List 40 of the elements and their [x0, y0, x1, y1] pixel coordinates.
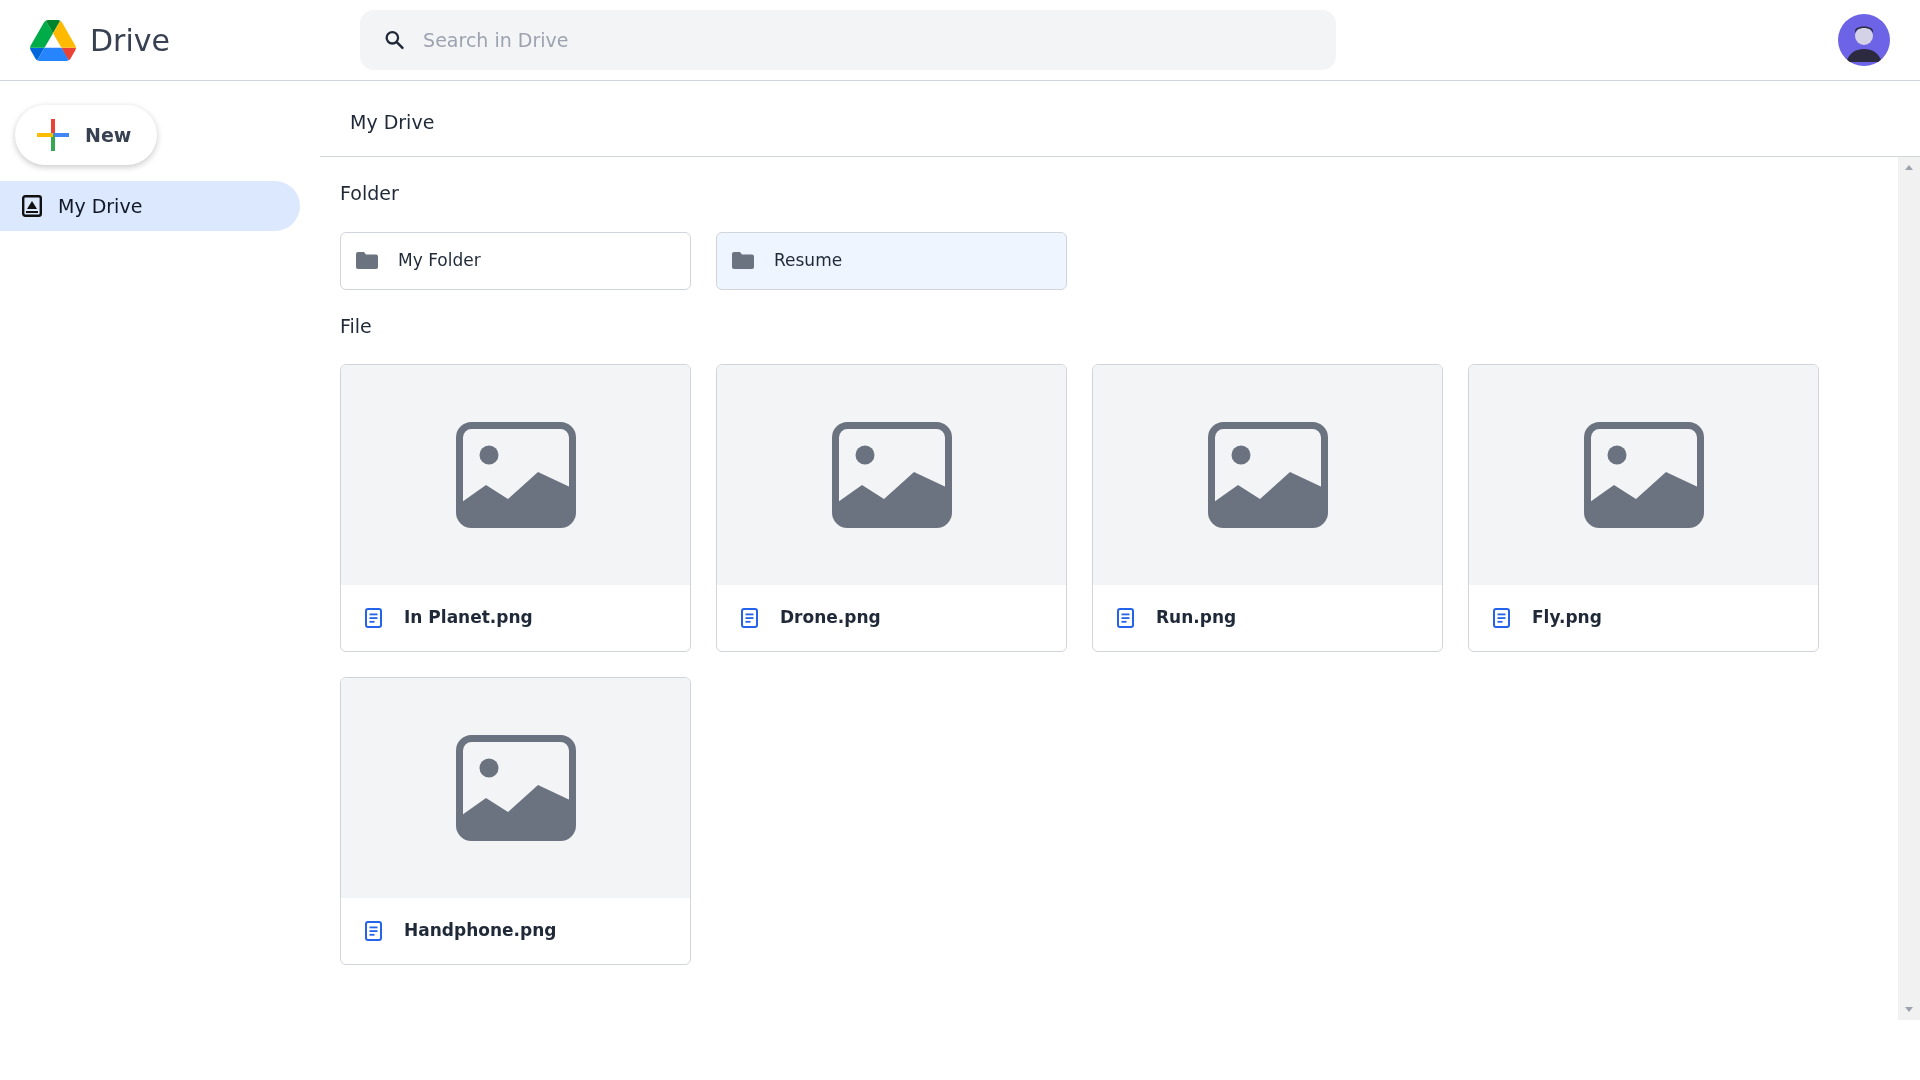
section-heading: Folder — [340, 181, 400, 206]
image-icon — [455, 735, 576, 841]
image-icon — [1207, 422, 1328, 528]
document-icon — [1117, 608, 1134, 628]
folder-card[interactable]: Resume — [716, 231, 1067, 290]
file-card[interactable]: In Planet.png — [340, 364, 691, 652]
image-icon — [455, 422, 576, 528]
sidebar-item[interactable]: My Drive — [0, 181, 300, 231]
scrollbar[interactable] — [1898, 157, 1920, 1020]
file-card[interactable]: Fly.png — [1468, 364, 1819, 652]
file-name: In Planet.png — [404, 606, 533, 630]
section-heading: File — [340, 313, 373, 339]
document-icon — [1493, 608, 1510, 628]
search-icon — [384, 29, 406, 51]
document-icon — [365, 921, 382, 941]
search-field[interactable]: Search in Drive — [421, 24, 1312, 56]
file-name: Drone.png — [780, 606, 881, 630]
file-name: Fly.png — [1532, 606, 1602, 630]
app-title: Drive — [90, 21, 170, 60]
plus-icon — [37, 119, 69, 151]
user-avatar[interactable] — [1838, 14, 1890, 66]
file-name: Handphone.png — [404, 919, 557, 943]
image-icon — [1583, 422, 1704, 528]
document-icon — [365, 608, 382, 628]
file-card[interactable]: Run.png — [1092, 364, 1443, 652]
scroll-up-icon[interactable] — [1905, 165, 1913, 170]
file-card[interactable]: Drone.png — [716, 364, 1067, 652]
search-bar[interactable]: Search in Drive — [360, 10, 1336, 70]
drive-icon — [22, 195, 42, 217]
file-card[interactable]: Handphone.png — [340, 677, 691, 965]
file-name: Run.png — [1156, 606, 1237, 630]
scroll-down-icon[interactable] — [1905, 1007, 1913, 1012]
folder-card[interactable]: My Folder — [340, 231, 691, 290]
document-icon — [741, 608, 758, 628]
new-button[interactable]: New — [15, 105, 158, 165]
page-title: My Drive — [350, 110, 435, 136]
folder-icon — [732, 252, 754, 269]
image-icon — [831, 422, 952, 528]
drive-logo — [30, 19, 76, 61]
folder-icon — [356, 252, 378, 269]
